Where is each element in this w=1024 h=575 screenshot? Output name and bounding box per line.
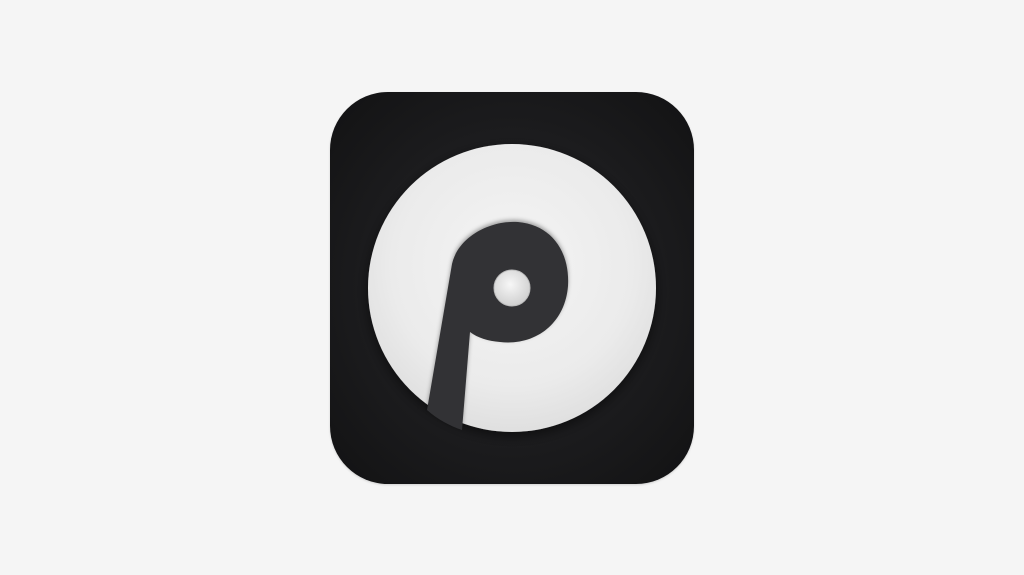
center-hole xyxy=(493,269,531,307)
page-background xyxy=(0,0,1024,575)
disc-p-icon xyxy=(368,144,656,432)
app-icon-tile[interactable] xyxy=(330,92,694,484)
